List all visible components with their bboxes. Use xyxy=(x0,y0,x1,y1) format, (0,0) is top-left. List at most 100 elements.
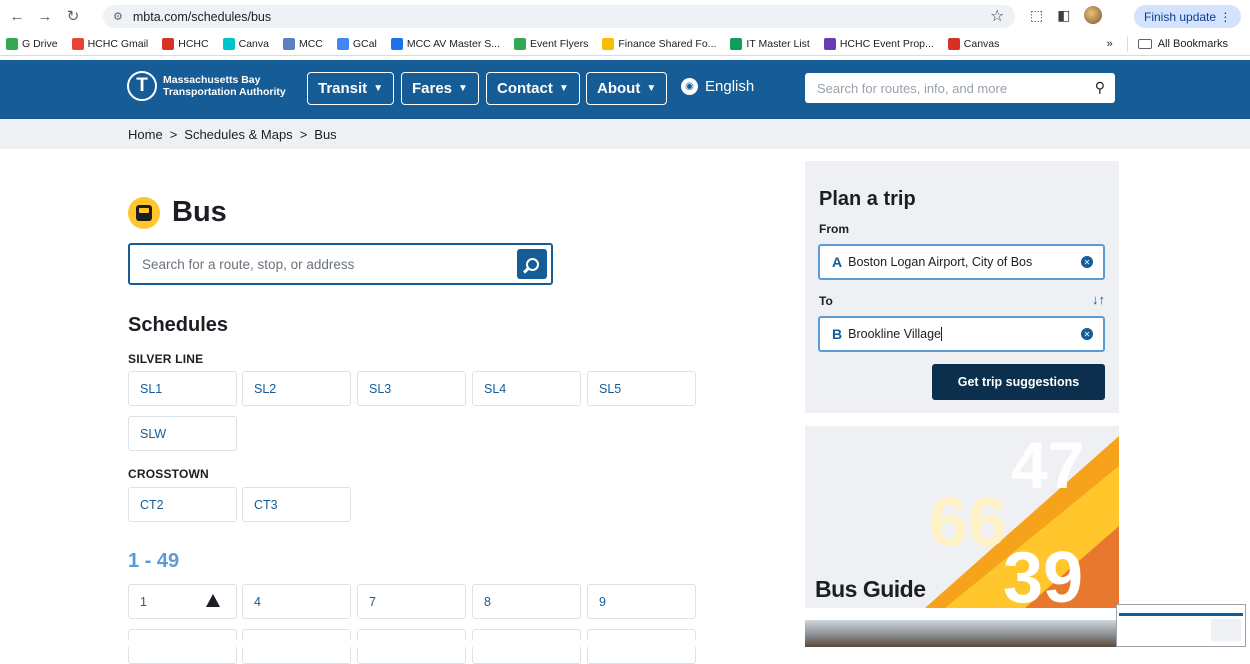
bookmark-label: Event Flyers xyxy=(530,37,589,50)
plan-a-trip-panel: Plan a trip From A Boston Logan Airport,… xyxy=(805,161,1119,413)
nav-transit[interactable]: Transit ▼ xyxy=(307,72,395,105)
site-settings-icon[interactable]: ⚙ xyxy=(113,10,123,23)
plan-trip-heading: Plan a trip xyxy=(819,188,916,210)
promo-photo[interactable] xyxy=(805,620,1119,647)
bookmark-item[interactable]: MCC xyxy=(282,37,323,50)
nav-about[interactable]: About ▼ xyxy=(586,72,668,105)
finish-update-button[interactable]: Finish update ⋮ xyxy=(1134,5,1242,28)
bookmark-item[interactable]: HCHC xyxy=(162,37,209,50)
route-button-7[interactable]: 7 xyxy=(357,584,466,619)
mbta-logo[interactable]: T Massachusetts Bay Transportation Autho… xyxy=(127,71,286,101)
bookmark-label: MCC AV Master S... xyxy=(406,37,500,50)
from-input[interactable]: A Boston Logan Airport, City of Bos ✕ xyxy=(818,244,1105,280)
bookmark-item[interactable]: Finance Shared Fo... xyxy=(602,37,717,50)
bookmark-favicon-icon xyxy=(390,37,403,50)
route-button-sl2[interactable]: SL2 xyxy=(242,371,351,406)
folder-icon xyxy=(1137,39,1152,49)
route-button-ct3[interactable]: CT3 xyxy=(242,487,351,522)
bookmark-item[interactable]: G Drive xyxy=(6,37,58,50)
bookmark-label: IT Master List xyxy=(746,37,810,50)
caret-down-icon: ▼ xyxy=(646,83,657,94)
schedules-heading: Schedules xyxy=(128,314,229,336)
route-button-sl4[interactable]: SL4 xyxy=(472,371,581,406)
page-title: Bus xyxy=(128,196,227,229)
from-value: Boston Logan Airport, City of Bos xyxy=(848,255,1033,269)
bookmark-favicon-icon xyxy=(162,37,175,50)
bus-guide-promo[interactable]: 47 66 39 Bus Guide xyxy=(805,426,1119,608)
extensions-icon[interactable]: ⬚ xyxy=(1030,7,1043,24)
swap-icon[interactable]: ↓↑ xyxy=(1092,292,1105,307)
caret-down-icon: ▼ xyxy=(558,83,569,94)
breadcrumb-chevron: > xyxy=(299,126,308,142)
nav-fares[interactable]: Fares ▼ xyxy=(401,72,479,105)
site-search-input[interactable]: Search for routes, info, and more ⚲ xyxy=(805,73,1115,103)
bookmark-item[interactable]: Canva xyxy=(222,37,269,50)
nav-fares-label: Fares xyxy=(412,80,453,97)
all-bookmarks-link[interactable]: All Bookmarks xyxy=(1158,38,1228,50)
bookmark-item[interactable]: GCal xyxy=(336,37,377,50)
bookmark-favicon-icon xyxy=(222,37,235,50)
to-input[interactable]: B Brookline Village ✕ xyxy=(818,316,1105,352)
bookmark-star-icon[interactable]: ☆ xyxy=(990,6,1004,26)
search-icon[interactable]: ⚲ xyxy=(1095,79,1105,96)
route-button-1[interactable]: 1 xyxy=(128,584,237,619)
from-marker: A xyxy=(832,254,843,270)
bookmark-favicon-icon xyxy=(336,37,349,50)
sidepanel-icon[interactable]: ◧ xyxy=(1057,7,1070,24)
to-label: To xyxy=(819,294,833,308)
forward-icon[interactable]: → xyxy=(34,5,56,27)
guide-number-39: 39 xyxy=(1003,538,1083,608)
route-search-button[interactable] xyxy=(517,249,547,279)
route-button-9[interactable]: 9 xyxy=(587,584,696,619)
bookmark-label: Finance Shared Fo... xyxy=(618,37,717,50)
bookmark-item[interactable]: Event Flyers xyxy=(514,37,589,50)
bookmark-favicon-icon xyxy=(823,37,836,50)
bus-icon xyxy=(128,196,160,229)
route-button-4[interactable]: 4 xyxy=(242,584,351,619)
breadcrumb-chevron: > xyxy=(169,126,178,142)
route-button-ct2[interactable]: CT2 xyxy=(128,487,237,522)
get-trip-suggestions-button[interactable]: Get trip suggestions xyxy=(932,364,1105,400)
breadcrumb-schedules-maps[interactable]: Schedules & Maps xyxy=(184,127,292,142)
reload-icon[interactable]: ↻ xyxy=(62,5,84,27)
bookmarks-separator xyxy=(1126,36,1128,52)
site-header: T Massachusetts Bay Transportation Autho… xyxy=(0,60,1250,119)
bookmark-item[interactable]: MCC AV Master S... xyxy=(390,37,500,50)
bus-guide-title: Bus Guide xyxy=(815,576,926,602)
bookmark-label: HCHC xyxy=(178,37,209,50)
bookmark-favicon-icon xyxy=(947,37,960,50)
url-text: mbta.com/schedules/bus xyxy=(132,9,272,24)
bookmark-favicon-icon xyxy=(6,37,18,50)
route-button-8[interactable]: 8 xyxy=(472,584,581,619)
nav-contact[interactable]: Contact ▼ xyxy=(486,72,580,105)
nav-about-label: About xyxy=(597,80,641,97)
back-icon[interactable]: ← xyxy=(6,5,28,27)
screenshot-thumbnail[interactable] xyxy=(1116,604,1246,647)
bookmark-item[interactable]: HCHC Gmail xyxy=(71,37,148,50)
bookmark-label: G Drive xyxy=(22,37,58,50)
bookmark-item[interactable]: IT Master List xyxy=(730,37,810,50)
bookmark-label: HCHC Event Prop... xyxy=(839,37,934,50)
logo-line-2: Transportation Authority xyxy=(163,86,286,98)
route-button-slw[interactable]: SLW xyxy=(128,416,237,451)
route-search-input[interactable]: Search for a route, stop, or address xyxy=(128,243,553,285)
address-bar[interactable]: ⚙ mbta.com/schedules/bus xyxy=(103,5,1015,28)
language-selector[interactable]: ◉ English xyxy=(681,78,754,95)
more-bookmarks-button[interactable]: » xyxy=(1107,38,1113,50)
clear-icon[interactable]: ✕ xyxy=(1081,256,1093,268)
bookmark-favicon-icon xyxy=(71,37,84,50)
route-button-sl3[interactable]: SL3 xyxy=(357,371,466,406)
bookmark-label: MCC xyxy=(298,37,323,50)
bus-guide-artwork: 47 66 39 xyxy=(925,428,1119,608)
bookmark-item[interactable]: Canvas xyxy=(947,37,999,50)
browser-toolbar: ← → ↻ ⚙ mbta.com/schedules/bus ☆ ⬚ ◧ Fin… xyxy=(0,0,1250,32)
route-button-sl1[interactable]: SL1 xyxy=(128,371,237,406)
bookmark-item[interactable]: HCHC Event Prop... xyxy=(823,37,934,50)
route-button-sl5[interactable]: SL5 xyxy=(587,371,696,406)
alert-icon xyxy=(206,594,220,607)
page-bottom-edge xyxy=(0,640,790,647)
breadcrumb-home[interactable]: Home xyxy=(128,127,163,142)
breadcrumb: Home > Schedules & Maps > Bus xyxy=(0,119,1250,149)
profile-avatar[interactable] xyxy=(1084,6,1103,24)
clear-icon[interactable]: ✕ xyxy=(1081,328,1093,340)
